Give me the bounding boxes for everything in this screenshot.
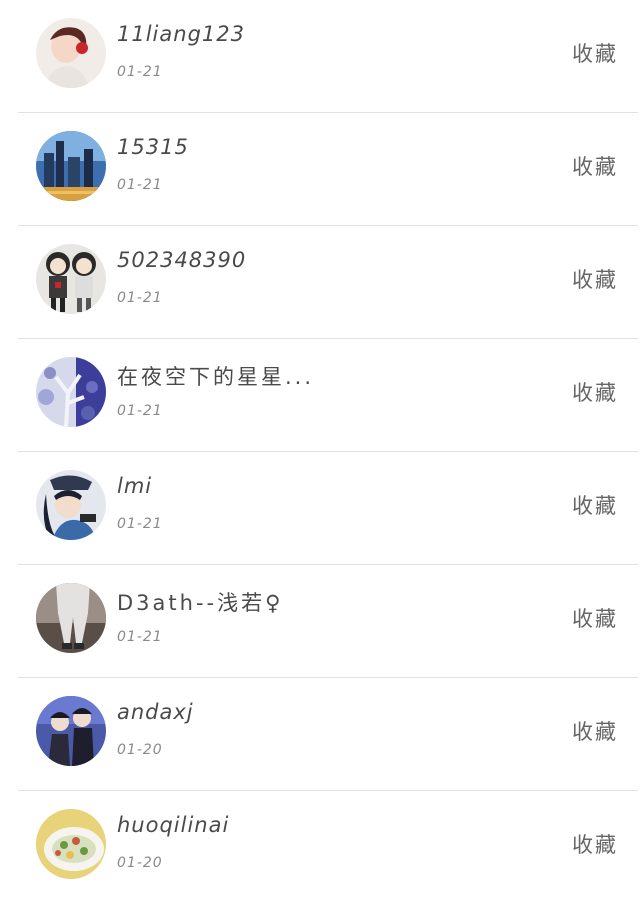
avatar-city-skyline-icon[interactable] — [36, 131, 106, 201]
favorite-button[interactable]: 收藏 — [572, 264, 618, 294]
avatar-anime-couple-icon[interactable] — [36, 696, 106, 766]
date-label: 01-21 — [117, 516, 163, 532]
avatar-blue-tree-icon[interactable] — [36, 357, 106, 427]
date-label: 01-21 — [117, 290, 163, 306]
avatar-figure-legs-icon[interactable] — [36, 583, 106, 653]
user-list: 11liang123 01-21 收藏 15315 01-21 收藏 50234… — [0, 0, 640, 904]
date-label: 01-20 — [117, 855, 163, 871]
username: 15315 — [117, 135, 189, 159]
avatar-anime-girl-icon[interactable] — [36, 470, 106, 540]
avatar-two-dolls-icon[interactable] — [36, 244, 106, 314]
favorite-button[interactable]: 收藏 — [572, 38, 618, 68]
favorite-button[interactable]: 收藏 — [572, 716, 618, 746]
username: 11liang123 — [117, 22, 245, 46]
list-item[interactable]: D3ath--浅若♀ 01-21 收藏 — [0, 565, 640, 678]
list-item[interactable]: 15315 01-21 收藏 — [0, 113, 640, 226]
date-label: 01-21 — [117, 177, 163, 193]
avatar-food-plate-icon[interactable] — [36, 809, 106, 879]
favorite-button[interactable]: 收藏 — [572, 490, 618, 520]
favorite-button[interactable]: 收藏 — [572, 377, 618, 407]
username: huoqilinai — [117, 813, 230, 837]
list-item[interactable]: 在夜空下的星星... 01-21 收藏 — [0, 339, 640, 452]
favorite-button[interactable]: 收藏 — [572, 829, 618, 859]
favorite-button[interactable]: 收藏 — [572, 603, 618, 633]
date-label: 01-21 — [117, 403, 163, 419]
username: 在夜空下的星星... — [117, 365, 315, 389]
date-label: 01-21 — [117, 64, 163, 80]
list-item[interactable]: 502348390 01-21 收藏 — [0, 226, 640, 339]
username: 502348390 — [117, 248, 247, 272]
list-item[interactable]: andaxj 01-20 收藏 — [0, 678, 640, 791]
username: lmi — [117, 474, 153, 498]
username: andaxj — [117, 700, 194, 724]
list-item[interactable]: huoqilinai 01-20 收藏 — [0, 791, 640, 904]
favorite-button[interactable]: 收藏 — [572, 151, 618, 181]
list-item[interactable]: 11liang123 01-21 收藏 — [0, 0, 640, 113]
date-label: 01-20 — [117, 742, 163, 758]
list-item[interactable]: lmi 01-21 收藏 — [0, 452, 640, 565]
date-label: 01-21 — [117, 629, 163, 645]
avatar-girl-portrait-icon[interactable] — [36, 18, 106, 88]
username: D3ath--浅若♀ — [117, 591, 284, 615]
